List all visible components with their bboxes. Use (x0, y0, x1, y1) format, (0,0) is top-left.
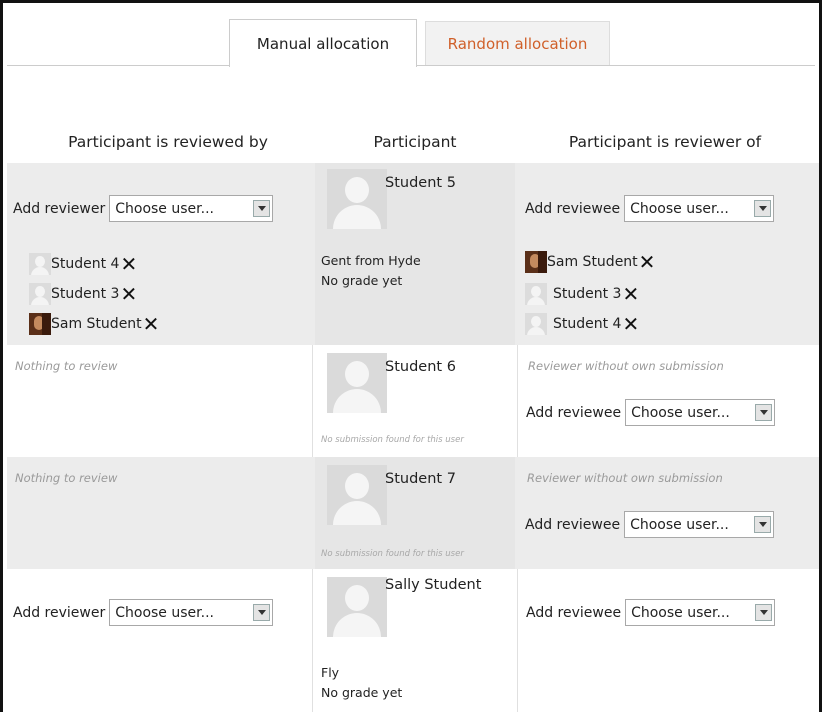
choose-reviewee-select[interactable]: Choose user... (624, 511, 775, 538)
reviewer-name: Sam Student (51, 316, 142, 332)
remove-reviewer-icon[interactable]: ✕ (143, 314, 160, 334)
reviewer-of-cell: Reviewer without own submission Add revi… (517, 345, 819, 457)
add-reviewer-control: Add reviewer Choose user... (13, 195, 274, 222)
no-submission-text: No submission found for this user (321, 435, 464, 445)
add-reviewer-label: Add reviewer (13, 604, 106, 621)
dropdown-arrow-icon (755, 604, 773, 621)
reviewee-name: Sam Student (547, 254, 638, 270)
user-avatar-icon (525, 313, 547, 335)
user-photo-icon (29, 313, 51, 335)
participant-cell: Sally Student Fly No grade yet (315, 569, 515, 712)
add-reviewee-control: Add reviewee Choose user... (525, 511, 775, 538)
header-reviewed-by: Participant is reviewed by (68, 133, 268, 151)
reviewed-by-cell: Nothing to review (7, 457, 313, 569)
nothing-to-review-text: Nothing to review (15, 471, 118, 485)
reviewer-item: Student 3 ✕ (29, 283, 137, 305)
participant-cell: Student 7 No submission found for this u… (315, 457, 515, 569)
dropdown-arrow-icon (754, 516, 772, 533)
add-reviewee-control: Add reviewee Choose user... (526, 399, 776, 426)
submission-title[interactable]: Fly (321, 663, 339, 683)
allocation-row: Nothing to review Student 7 No submissio… (7, 457, 819, 569)
choose-reviewee-select[interactable]: Choose user... (624, 195, 775, 222)
reviewee-name: Student 4 (553, 316, 622, 332)
add-reviewee-control: Add reviewee Choose user... (526, 599, 776, 626)
participant-cell: Student 6 No submission found for this u… (315, 345, 515, 457)
no-submission-text: No submission found for this user (321, 549, 464, 559)
add-reviewee-control: Add reviewee Choose user... (525, 195, 775, 222)
select-value: Choose user... (115, 604, 214, 621)
participant-avatar-icon (327, 465, 387, 525)
reviewed-by-cell: Add reviewer Choose user... Student 4 ✕ … (7, 163, 313, 345)
user-avatar-icon (29, 253, 51, 275)
user-photo-icon (525, 251, 547, 273)
choose-reviewer-select[interactable]: Choose user... (109, 599, 274, 626)
remove-reviewer-icon[interactable]: ✕ (120, 254, 137, 274)
reviewee-item: Student 3 ✕ (525, 283, 639, 305)
reviewee-item: Student 4 ✕ (525, 313, 639, 335)
participant-name: Student 5 (385, 175, 456, 191)
dropdown-arrow-icon (253, 604, 271, 621)
reviewer-of-cell: Reviewer without own submission Add revi… (517, 457, 819, 569)
select-value: Choose user... (631, 604, 730, 621)
tab-random-allocation[interactable]: Random allocation (425, 21, 610, 65)
user-avatar-icon (525, 283, 547, 305)
participant-cell: Student 5 Gent from Hyde No grade yet (315, 163, 515, 345)
allocation-panel: Manual allocation Random allocation Part… (0, 0, 822, 712)
remove-reviewee-icon[interactable]: ✕ (639, 252, 656, 272)
dropdown-arrow-icon (755, 404, 773, 421)
dropdown-arrow-icon (253, 200, 271, 217)
participant-name: Sally Student (385, 577, 482, 593)
add-reviewee-label: Add reviewee (525, 516, 621, 533)
reviewer-without-submission-text: Reviewer without own submission (527, 471, 723, 485)
user-avatar-icon (29, 283, 51, 305)
reviewer-name: Student 4 (51, 256, 120, 272)
reviewee-name: Student 3 (553, 286, 622, 302)
reviewer-name: Student 3 (51, 286, 120, 302)
participant-name: Student 7 (385, 471, 456, 487)
header-participant: Participant (373, 133, 457, 151)
participant-avatar-icon (327, 353, 387, 413)
reviewed-by-cell: Add reviewer Choose user... (7, 569, 313, 712)
add-reviewer-label: Add reviewer (13, 200, 106, 217)
remove-reviewer-icon[interactable]: ✕ (120, 284, 137, 304)
add-reviewee-label: Add reviewee (526, 604, 622, 621)
header-reviewer-of: Participant is reviewer of (568, 133, 762, 151)
reviewee-item: Sam Student ✕ (525, 251, 655, 273)
choose-reviewer-select[interactable]: Choose user... (109, 195, 274, 222)
choose-reviewee-select[interactable]: Choose user... (625, 399, 776, 426)
select-value: Choose user... (630, 200, 729, 217)
reviewer-without-submission-text: Reviewer without own submission (528, 359, 724, 373)
select-value: Choose user... (631, 404, 730, 421)
participant-avatar-icon (327, 577, 387, 637)
submission-title[interactable]: Gent from Hyde (321, 251, 421, 271)
add-reviewee-label: Add reviewee (526, 404, 622, 421)
reviewed-by-cell: Nothing to review (7, 345, 313, 457)
select-value: Choose user... (115, 200, 214, 217)
nothing-to-review-text: Nothing to review (15, 359, 118, 373)
reviewer-item: Student 4 ✕ (29, 253, 137, 275)
allocation-row: Add reviewer Choose user... Sally Studen… (7, 569, 819, 712)
allocation-row: Nothing to review Student 6 No submissio… (7, 345, 819, 457)
grade-status: No grade yet (321, 273, 403, 288)
allocation-row: Add reviewer Choose user... Student 4 ✕ … (7, 163, 819, 345)
dropdown-arrow-icon (754, 200, 772, 217)
remove-reviewee-icon[interactable]: ✕ (622, 284, 639, 304)
participant-name: Student 6 (385, 359, 456, 375)
participant-avatar-icon (327, 169, 387, 229)
remove-reviewee-icon[interactable]: ✕ (622, 314, 639, 334)
grade-status: No grade yet (321, 685, 403, 700)
add-reviewer-control: Add reviewer Choose user... (13, 599, 274, 626)
tab-manual-allocation[interactable]: Manual allocation (229, 19, 417, 67)
add-reviewee-label: Add reviewee (525, 200, 621, 217)
choose-reviewee-select[interactable]: Choose user... (625, 599, 776, 626)
reviewer-of-cell: Add reviewee Choose user... Sam Student … (517, 163, 819, 345)
reviewer-item: Sam Student ✕ (29, 313, 159, 335)
select-value: Choose user... (630, 516, 729, 533)
reviewer-of-cell: Add reviewee Choose user... (517, 569, 819, 712)
